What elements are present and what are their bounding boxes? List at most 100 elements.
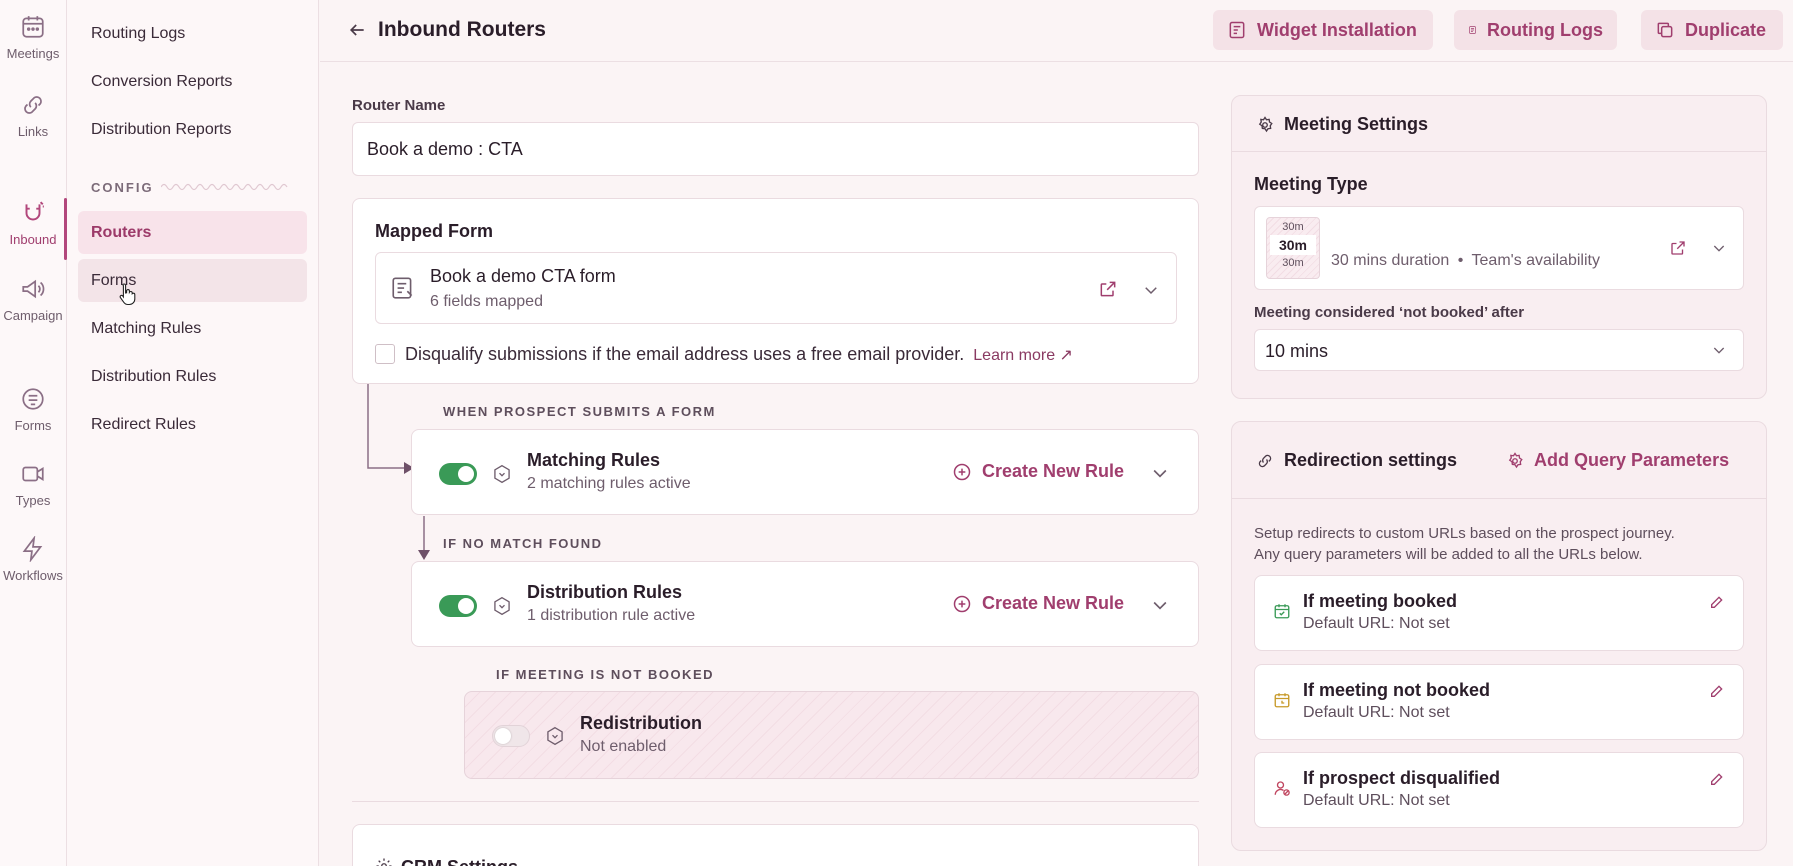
meeting-type-label: Meeting Type xyxy=(1254,174,1368,194)
pencil-icon[interactable] xyxy=(1709,683,1725,699)
router-name-label: Router Name xyxy=(352,97,446,114)
megaphone-icon xyxy=(18,274,48,304)
form-doc-icon xyxy=(392,277,413,299)
redirection-title: Redirection settings xyxy=(1284,450,1458,470)
matching-rules-sub: 2 matching rules active xyxy=(527,475,691,492)
redirect-disqualified-title: If prospect disqualified xyxy=(1303,768,1501,788)
duration-badge: 30m 30m 30m xyxy=(1266,217,1320,279)
form-icon xyxy=(18,384,48,414)
redirect-not-booked-title: If meeting not booked xyxy=(1303,680,1490,700)
video-icon xyxy=(18,459,48,489)
router-name-input[interactable]: Book a demo : CTA xyxy=(352,122,1199,176)
logs-icon xyxy=(1469,26,1476,34)
redirection-description: Setup redirects to custom URLs based on … xyxy=(1254,525,1675,563)
redirection-header: Redirection settings xyxy=(1256,450,1457,471)
not-booked-select[interactable]: 10 mins xyxy=(1254,329,1744,371)
form-name: Book a demo CTA form xyxy=(430,266,616,286)
chevron-down-icon[interactable] xyxy=(1711,342,1727,358)
link-icon xyxy=(1258,454,1272,467)
meeting-type-select[interactable]: 30m 30m 30m 30 mins duration • Team's av… xyxy=(1254,206,1744,290)
add-query-parameters-button[interactable]: Add Query Parameters xyxy=(1506,450,1729,471)
redirect-card-not-booked[interactable]: If meeting not booked Default URL: Not s… xyxy=(1254,664,1744,740)
redistribution-toggle[interactable] xyxy=(492,725,530,747)
duplicate-button[interactable]: Duplicate xyxy=(1641,10,1783,50)
learn-more-link[interactable]: Learn more ↗ xyxy=(973,347,1073,364)
matching-rules-title: Matching Rules xyxy=(527,450,661,470)
caption-no-match: IF NO MATCH FOUND xyxy=(443,536,603,551)
rule-hex-icon xyxy=(494,464,510,484)
calendar-check-icon xyxy=(1274,604,1290,619)
sidebar-item-distribution-reports[interactable]: Distribution Reports xyxy=(78,108,307,151)
external-link-icon[interactable] xyxy=(1669,239,1687,257)
chevron-down-icon[interactable] xyxy=(1150,463,1170,483)
create-distribution-rule-button[interactable]: Create New Rule xyxy=(952,593,1124,614)
widget-icon xyxy=(1229,21,1245,39)
caption-not-booked: IF MEETING IS NOT BOOKED xyxy=(496,667,715,682)
create-matching-rule-button[interactable]: Create New Rule xyxy=(952,461,1124,482)
page-title: Inbound Routers xyxy=(378,18,546,41)
chevron-down-icon[interactable] xyxy=(1150,595,1170,615)
redirect-not-booked-url: Default URL: Not set xyxy=(1303,704,1450,721)
sidebar-item-matching-rules[interactable]: Matching Rules xyxy=(78,307,307,350)
chevron-down-icon[interactable] xyxy=(1711,240,1727,256)
icon-rail: Meetings Links Inbound Campaign Forms Ty… xyxy=(0,0,67,866)
pencil-icon[interactable] xyxy=(1709,771,1725,787)
disqualify-checkbox[interactable] xyxy=(375,344,395,364)
wavy-divider xyxy=(161,183,288,191)
rail-item-links[interactable]: Links xyxy=(0,90,66,139)
crm-settings-title: CRM Settings xyxy=(401,857,518,866)
distribution-rules-toggle[interactable] xyxy=(439,595,477,617)
calendar-clock-icon xyxy=(1274,693,1290,708)
redirect-card-booked[interactable]: If meeting booked Default URL: Not set xyxy=(1254,575,1744,651)
distribution-rules-sub: 1 distribution rule active xyxy=(527,607,696,624)
router-name-value: Book a demo : CTA xyxy=(367,139,523,159)
fields-mapped: 6 fields mapped xyxy=(430,293,543,310)
panel-divider xyxy=(1232,498,1766,499)
sidebar: Routing Logs Conversion Reports Distribu… xyxy=(67,0,319,866)
widget-installation-button[interactable]: Widget Installation xyxy=(1213,10,1433,50)
redistribution-card: Redistribution Not enabled xyxy=(464,691,1199,779)
meeting-settings-header: Meeting Settings xyxy=(1256,114,1428,135)
rail-item-inbound[interactable]: Inbound xyxy=(0,198,66,247)
redirect-booked-title: If meeting booked xyxy=(1303,591,1458,611)
sidebar-item-forms[interactable]: Forms xyxy=(78,259,307,302)
config-section-label: CONFIG xyxy=(91,180,154,195)
redistribution-title: Redistribution xyxy=(580,713,702,733)
meeting-settings-title: Meeting Settings xyxy=(1284,114,1429,134)
routing-logs-label: Routing Logs xyxy=(1487,19,1603,40)
plus-circle-icon xyxy=(953,595,971,612)
plus-circle-icon xyxy=(953,463,971,480)
duration-details: 30 mins duration • Team's availability xyxy=(1331,252,1600,269)
magnet-icon xyxy=(18,198,48,228)
external-link-icon[interactable] xyxy=(1098,279,1118,299)
panel-divider xyxy=(1232,151,1766,152)
rail-item-campaign[interactable]: Campaign xyxy=(0,274,66,323)
rule-hex-icon xyxy=(547,726,563,746)
sidebar-item-conversion-reports[interactable]: Conversion Reports xyxy=(78,60,307,103)
matching-rules-toggle[interactable] xyxy=(439,463,477,485)
pencil-icon[interactable] xyxy=(1709,594,1725,610)
rail-item-workflows[interactable]: Workflows xyxy=(0,534,66,583)
sidebar-item-distribution-rules[interactable]: Distribution Rules xyxy=(78,355,307,398)
sidebar-item-routing-logs[interactable]: Routing Logs xyxy=(78,12,307,55)
distribution-rules-title: Distribution Rules xyxy=(527,582,683,602)
not-booked-label: Meeting considered ‘not booked’ after xyxy=(1254,304,1525,321)
redirect-disqualified-url: Default URL: Not set xyxy=(1303,792,1450,809)
redirect-booked-url: Default URL: Not set xyxy=(1303,615,1450,632)
rail-item-types[interactable]: Types xyxy=(0,459,66,508)
back-arrow-icon[interactable] xyxy=(347,20,367,40)
sidebar-item-redirect-rules[interactable]: Redirect Rules xyxy=(78,403,307,446)
rail-item-meetings[interactable]: Meetings xyxy=(0,12,66,61)
calendar-icon xyxy=(18,12,48,42)
mapped-form-select[interactable]: Book a demo CTA form 6 fields mapped xyxy=(375,252,1177,324)
chevron-down-icon[interactable] xyxy=(1142,281,1160,299)
distribution-rules-card: Distribution Rules 1 distribution rule a… xyxy=(411,561,1199,647)
hand-cursor-icon xyxy=(119,283,136,306)
duplicate-label: Duplicate xyxy=(1685,19,1767,40)
redirect-card-disqualified[interactable]: If prospect disqualified Default URL: No… xyxy=(1254,752,1744,828)
rail-item-forms[interactable]: Forms xyxy=(0,384,66,433)
sidebar-item-routers[interactable]: Routers xyxy=(78,211,307,254)
user-blocked-icon xyxy=(1274,781,1290,796)
routing-logs-button[interactable]: Routing Logs xyxy=(1454,10,1617,50)
gear-icon xyxy=(1508,451,1523,468)
